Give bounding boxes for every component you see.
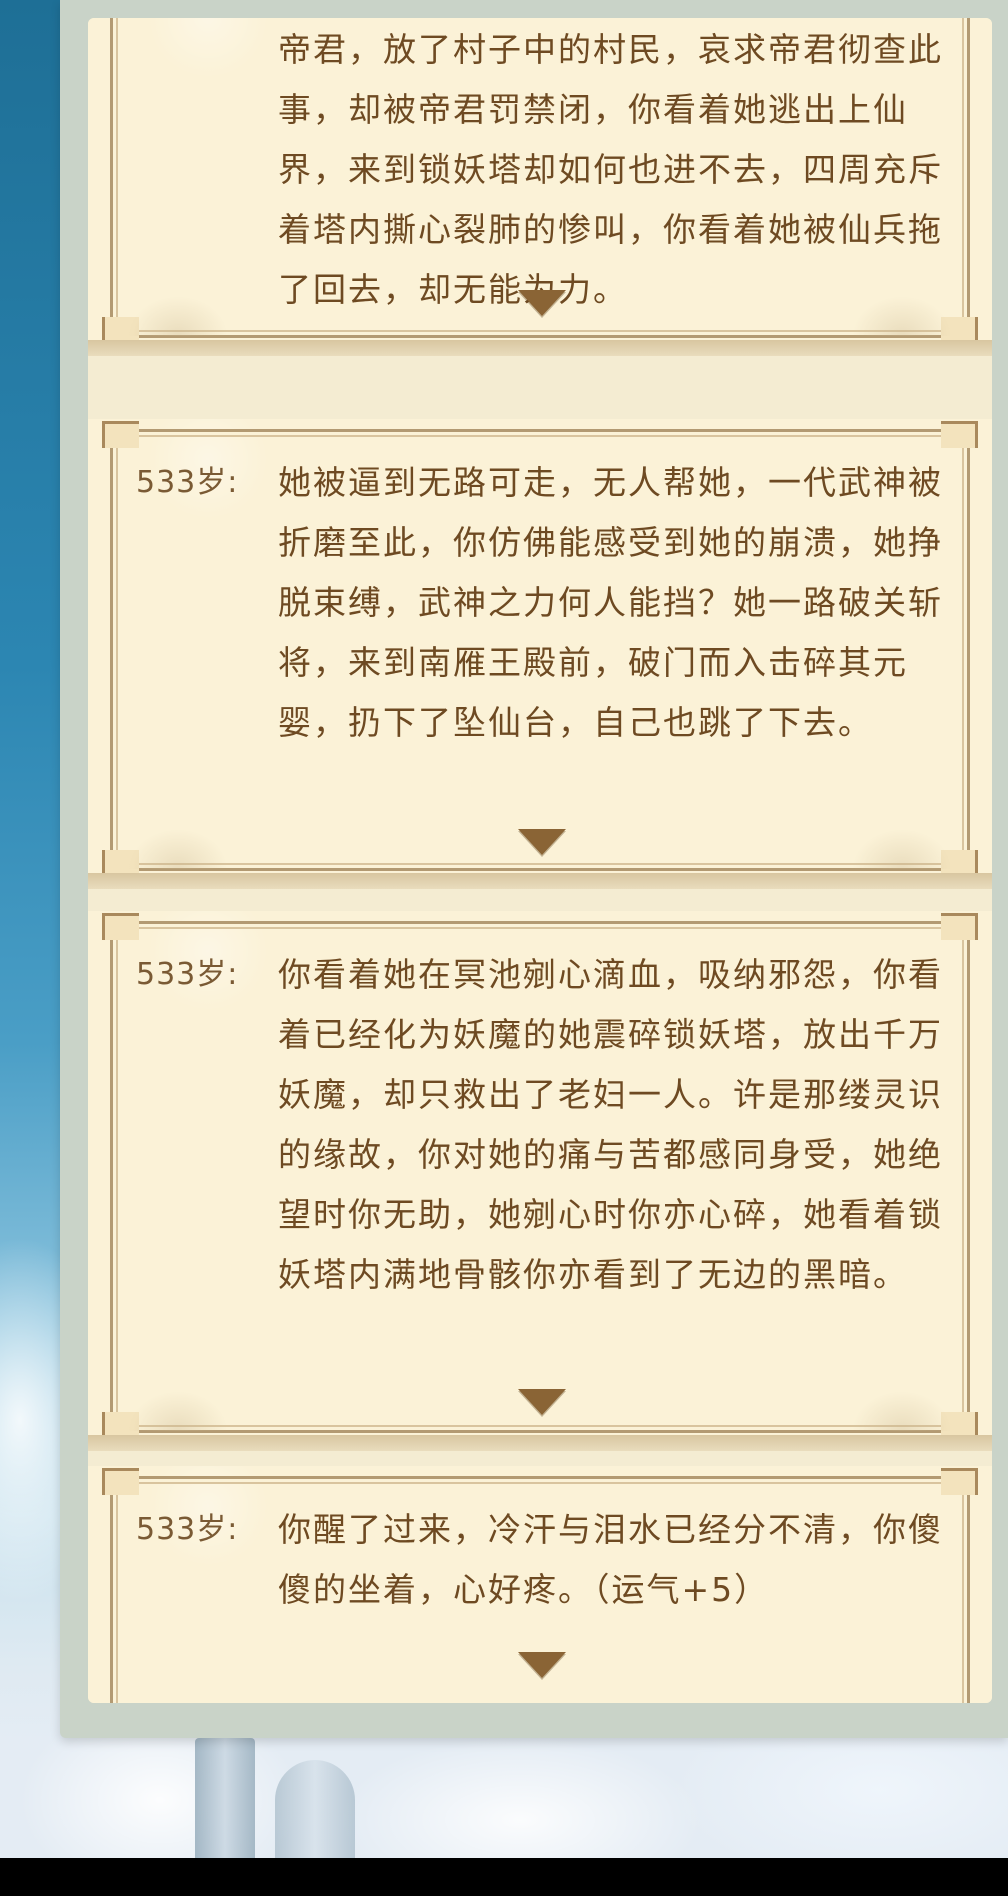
event-card: 533岁: 你看着她在冥池剜心滴血，吸纳邪怨，你看着已经化为妖魔的她震碎锁妖塔，… [88, 911, 992, 1451]
frame-corner [102, 1468, 139, 1495]
event-card: 帝君，放了村子中的村民，哀求帝君彻查此事，却被帝君罚禁闭，你看着她逃出上仙界，来… [88, 18, 992, 356]
event-age: 533岁: [136, 957, 239, 992]
mountain-decoration [852, 829, 952, 869]
pavilion-silhouette [275, 1760, 355, 1860]
triangle-down-icon[interactable] [518, 1389, 566, 1415]
life-log-panel: 帝君，放了村子中的村民，哀求帝君彻查此事，却被帝君罚禁闭，你看着她逃出上仙界，来… [60, 0, 1008, 1738]
event-row: 533岁: 你看着她在冥池剜心滴血，吸纳邪怨，你看着已经化为妖魔的她震碎锁妖塔，… [136, 945, 956, 1305]
event-card: 533岁: 你醒了过来，冷汗与泪水已经分不清，你傻傻的坐着，心好疼。（运气+5） [88, 1466, 992, 1703]
event-text: 你看着她在冥池剜心滴血，吸纳邪怨，你看着已经化为妖魔的她震碎锁妖塔，放出千万妖魔… [278, 955, 943, 1294]
event-row: 533岁: 你醒了过来，冷汗与泪水已经分不清，你傻傻的坐着，心好疼。（运气+5） [136, 1500, 956, 1620]
navigation-bar [0, 1858, 1008, 1896]
frame-corner [941, 913, 978, 940]
event-text: 她被逼到无路可走，无人帮她，一代武神被折磨至此，你仿佛能感受到她的崩溃，她挣脱束… [278, 463, 943, 742]
frame-corner [102, 421, 139, 448]
triangle-down-icon[interactable] [518, 1652, 566, 1678]
frame-corner [941, 1468, 978, 1495]
mountain-decoration [128, 829, 228, 869]
tower-silhouette [195, 1738, 255, 1858]
mountain-decoration [852, 1391, 952, 1431]
event-age: 533岁: [136, 465, 239, 500]
event-age: 533岁: [136, 1512, 239, 1547]
event-text: 你醒了过来，冷汗与泪水已经分不清，你傻傻的坐着，心好疼。（运气+5） [278, 1510, 943, 1609]
frame-corner [941, 421, 978, 448]
frame-corner [102, 913, 139, 940]
event-scroll-list[interactable]: 帝君，放了村子中的村民，哀求帝君彻查此事，却被帝君罚禁闭，你看着她逃出上仙界，来… [88, 18, 992, 1703]
event-row: 帝君，放了村子中的村民，哀求帝君彻查此事，却被帝君罚禁闭，你看着她逃出上仙界，来… [136, 20, 956, 320]
event-row: 533岁: 她被逼到无路可走，无人帮她，一代武神被折磨至此，你仿佛能感受到她的崩… [136, 453, 956, 753]
event-text: 帝君，放了村子中的村民，哀求帝君彻查此事，却被帝君罚禁闭，你看着她逃出上仙界，来… [278, 30, 943, 309]
triangle-down-icon[interactable] [518, 290, 566, 316]
mountain-decoration [128, 1391, 228, 1431]
event-card: 533岁: 她被逼到无路可走，无人帮她，一代武神被折磨至此，你仿佛能感受到她的崩… [88, 419, 992, 889]
triangle-down-icon[interactable] [518, 829, 566, 855]
